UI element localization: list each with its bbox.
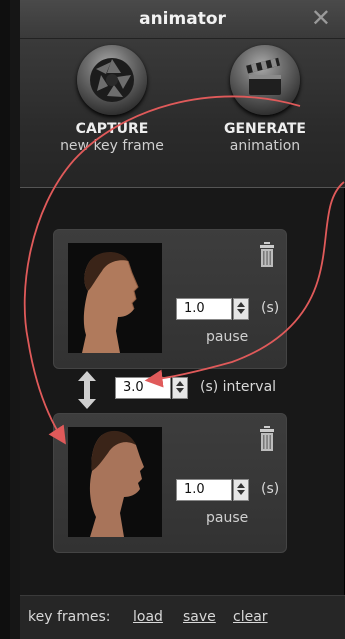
pause-input[interactable]: 1.0 [176,298,232,320]
stepper-down-icon[interactable] [176,388,184,393]
pause-stepper[interactable]: 1.0 [176,479,256,503]
camera-aperture-icon [77,45,147,115]
stepper-up-icon[interactable] [176,381,184,386]
title-bar: animator ✕ [20,0,345,39]
load-link[interactable]: load [133,609,163,625]
toolbar: CAPTURE new key frame GENERATE animation [20,39,345,188]
window-title: animator [139,9,226,29]
pause-label: pause [206,329,249,345]
capture-button[interactable]: CAPTURE new key frame [42,45,182,154]
clapperboard-icon [230,45,300,115]
save-link[interactable]: save [183,609,216,625]
animator-panel: animator ✕ CAPTURE new key frame GENERAT… [0,0,345,639]
keyframe-thumbnail[interactable] [68,243,162,353]
stepper-down-icon[interactable] [237,490,245,495]
pause-label: pause [206,510,249,526]
trash-icon[interactable] [258,426,276,456]
pause-unit: (s) [261,300,280,316]
stepper-arrows[interactable] [172,377,188,399]
generate-label: GENERATE [224,121,306,137]
generate-button[interactable]: GENERATE animation [195,45,335,154]
interval-label: (s) interval [200,379,277,395]
stepper-down-icon[interactable] [237,309,245,314]
pause-input[interactable]: 1.0 [176,479,232,501]
keyframe-list: 1.0 (s) pause 3.0 (s) interval 1.0 (s) p… [20,188,345,595]
keyframe-card: 1.0 (s) pause [53,229,287,369]
stepper-up-icon[interactable] [237,483,245,488]
capture-sublabel: new key frame [60,138,164,154]
interval-input[interactable]: 3.0 [115,377,171,399]
footer-bar: key frames: load save clear [20,595,345,639]
pause-unit: (s) [261,481,280,497]
trash-icon[interactable] [258,242,276,272]
keyframes-label: key frames: [28,609,111,625]
capture-label: CAPTURE [75,121,149,137]
keyframe-card: 1.0 (s) pause [53,413,287,553]
close-icon[interactable]: ✕ [311,5,331,31]
stepper-arrows[interactable] [233,298,249,320]
pause-stepper[interactable]: 1.0 [176,298,256,322]
vertical-resize-arrow-icon [77,371,97,413]
stepper-arrows[interactable] [233,479,249,501]
interval-stepper[interactable]: 3.0 [115,377,195,401]
keyframe-thumbnail[interactable] [68,427,162,537]
stepper-up-icon[interactable] [237,302,245,307]
clear-link[interactable]: clear [233,609,268,625]
generate-sublabel: animation [229,138,301,154]
